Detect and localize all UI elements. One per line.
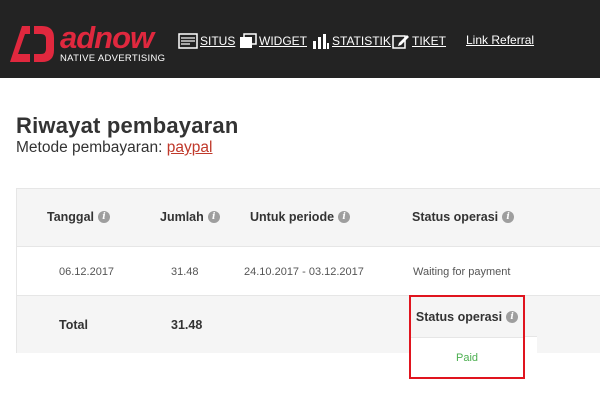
logo-tagline: NATIVE ADVERTISING: [60, 53, 166, 64]
info-icon[interactable]: i: [502, 211, 515, 223]
nav-tiket-label: TIKET: [412, 34, 447, 48]
adnow-logo-icon: [10, 26, 54, 62]
nav-situs-label: SITUS: [200, 34, 236, 48]
adnow-logo[interactable]: adnow NATIVE ADVERTISING: [8, 20, 166, 64]
nav-statistik[interactable]: STATISTIK: [312, 33, 391, 49]
bar-chart-icon: [313, 34, 329, 49]
top-navigation-bar: adnow NATIVE ADVERTISING SITUS WIDGET ST…: [0, 0, 600, 78]
header-tanggal: Tanggal i: [47, 210, 110, 224]
page-title: Riwayat pembayaran: [16, 113, 239, 138]
payment-method-link[interactable]: paypal: [167, 139, 213, 156]
nav-widget[interactable]: WIDGET: [239, 33, 307, 49]
info-icon[interactable]: i: [98, 211, 110, 223]
highlight-header: Status operasi i: [411, 297, 523, 337]
header-untuk-periode: Untuk periode i: [250, 210, 351, 224]
total-amount: 31.48: [171, 318, 203, 332]
nav-referral-label: Link Referral: [466, 33, 535, 47]
payment-method-label: Metode pembayaran:: [16, 139, 163, 156]
status-highlight-box: Status operasi i Paid: [409, 295, 525, 379]
widget-icon: [240, 33, 257, 48]
table-row: 06.12.2017 31.48 24.10.2017 - 03.12.2017…: [17, 246, 600, 296]
row-amount: 31.48: [171, 266, 199, 278]
sites-icon: [178, 33, 198, 49]
logo-wordmark: adnow: [60, 20, 154, 55]
payment-method: Metode pembayaran: paypal: [16, 139, 212, 157]
nav-statistik-label: STATISTIK: [332, 34, 391, 48]
row-status: Waiting for payment: [413, 266, 511, 278]
popup-extension: [525, 336, 537, 380]
info-icon[interactable]: i: [506, 311, 519, 323]
ticket-edit-icon: [392, 35, 409, 49]
highlight-status-paid: Paid: [411, 337, 523, 377]
nav-situs[interactable]: SITUS: [178, 33, 235, 49]
header-status-operasi: Status operasi i: [412, 210, 515, 224]
info-icon[interactable]: i: [207, 211, 220, 223]
nav-widget-label: WIDGET: [259, 34, 307, 48]
nav-referral-link[interactable]: Link Referral: [466, 33, 534, 47]
nav-tiket[interactable]: TIKET: [392, 33, 446, 49]
total-label: Total: [59, 318, 88, 332]
info-icon[interactable]: i: [338, 211, 351, 223]
table-header-row: Tanggal i Jumlah i Untuk periode i Status o…: [17, 189, 600, 246]
header-jumlah: Jumlah i: [160, 210, 220, 224]
row-period: 24.10.2017 - 03.12.2017: [244, 266, 364, 278]
row-date: 06.12.2017: [59, 266, 115, 278]
